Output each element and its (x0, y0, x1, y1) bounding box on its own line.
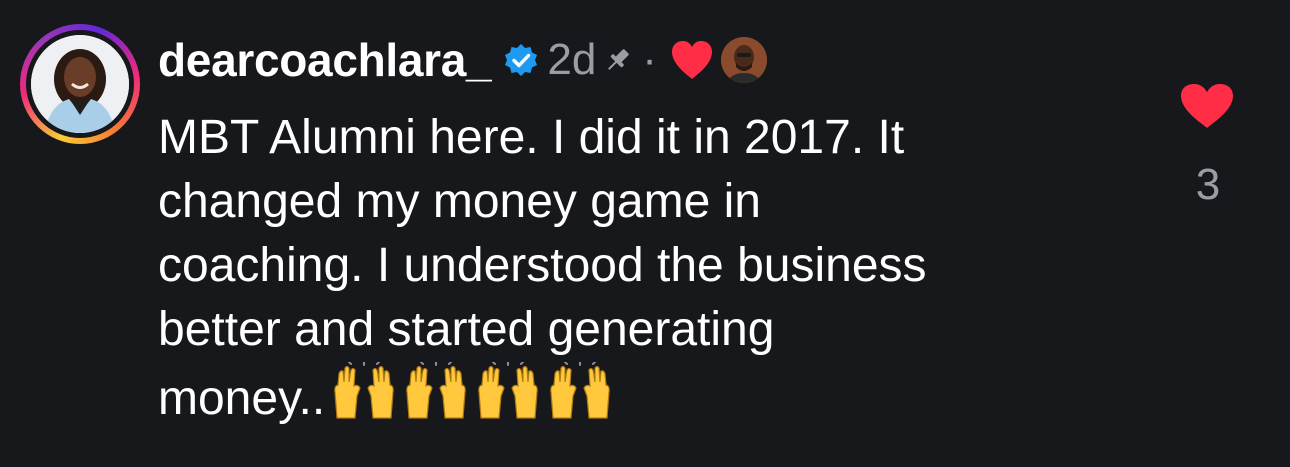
comment-line: coaching. I understood the business (158, 239, 927, 292)
comment-line: changed my money game in (158, 175, 761, 228)
separator-dot: · (642, 35, 657, 84)
creator-liked-heart-icon (669, 39, 715, 81)
comment-line: money.. (158, 372, 326, 425)
comment-line: better and started generating (158, 303, 775, 356)
heart-icon (1181, 84, 1233, 128)
raising-hands-emoji-group (329, 362, 617, 437)
raising-hands-emoji (550, 362, 610, 419)
like-count[interactable]: 3 (1186, 160, 1230, 210)
comment-item: dearcoachlara_ 2d · MBT Alumni here. I d… (0, 0, 1290, 467)
verified-badge-icon (503, 42, 539, 78)
raising-hands-emoji (478, 362, 538, 419)
pin-icon (602, 44, 634, 76)
raising-hands-emoji (406, 362, 466, 419)
comment-timestamp: 2d (547, 35, 597, 84)
creator-avatar (720, 37, 767, 83)
like-button[interactable] (1178, 82, 1236, 130)
avatar-image (31, 35, 129, 133)
comment-header: dearcoachlara_ 2d · (158, 30, 767, 90)
comment-text: MBT Alumni here. I did it in 2017. It ch… (158, 106, 1158, 437)
raising-hands-emoji (334, 362, 394, 419)
comment-line-last: money.. (158, 362, 1158, 437)
username[interactable]: dearcoachlara_ (158, 33, 492, 87)
avatar[interactable] (31, 35, 129, 133)
comment-line: MBT Alumni here. I did it in 2017. It (158, 111, 905, 164)
story-ring[interactable] (20, 24, 140, 144)
